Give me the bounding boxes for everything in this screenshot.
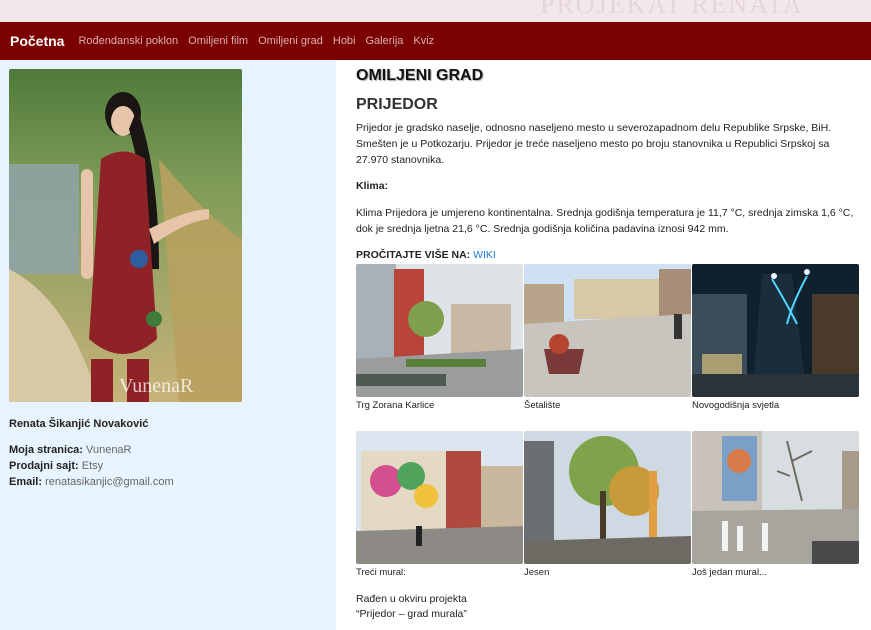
author-name: Renata Šikanjić Novaković: [9, 418, 149, 430]
info-row-shop: Prodajni sajt: Etsy: [9, 458, 174, 474]
gallery-item[interactable]: Jesen: [524, 431, 691, 578]
read-more-label: PROČITAJTE VIŠE NA:: [356, 249, 471, 261]
gallery-caption: Novogodišnja svjetla: [692, 400, 780, 411]
nav-item-favorite-film[interactable]: Omiljeni film: [188, 35, 248, 47]
project-note-line: “Prijedor – grad murala”: [356, 608, 467, 620]
gallery-item[interactable]: Novogodišnja svjetla: [692, 264, 859, 411]
gallery-photo-another-mural[interactable]: [692, 431, 859, 564]
nav-item-hobby[interactable]: Hobi: [333, 35, 356, 47]
gallery-item[interactable]: Trg Zorana Karlice: [356, 264, 523, 411]
read-more-line: PROČITAJTE VIŠE NA: WIKI: [356, 249, 496, 261]
info-label: Email:: [9, 476, 43, 488]
gallery-item[interactable]: Šetalište: [524, 264, 691, 411]
gallery-photo-square[interactable]: [356, 264, 523, 397]
gallery-photo-new-year-lights[interactable]: [692, 264, 859, 397]
city-heading: PRIJEDOR: [356, 96, 438, 113]
gallery-caption: Šetalište: [524, 400, 561, 411]
climate-text: Klima Prijedora je umjereno kontinentaln…: [356, 207, 854, 235]
nav-home-link[interactable]: Početna: [10, 33, 64, 49]
nav-item-quiz[interactable]: Kviz: [413, 35, 434, 47]
info-label: Moja stranica:: [9, 444, 83, 456]
author-info: Moja stranica: VunenaR Prodajni sajt: Et…: [9, 442, 174, 490]
email-link[interactable]: renatasikanjic@gmail.com: [45, 476, 174, 488]
project-note: Rađen u okviru projekta “Prijedor – grad…: [356, 592, 467, 622]
gallery-caption: Trg Zorana Karlice: [356, 400, 435, 411]
author-portrait: VunenaR: [9, 69, 242, 402]
gallery-caption: Jesen: [524, 567, 550, 578]
page-title: OMILJENI GRAD: [356, 67, 484, 84]
top-banner-strip: PROJEKAT RENATA: [0, 0, 871, 22]
portrait-watermark: VunenaR: [119, 375, 194, 397]
banner-ghost-text: PROJEKAT RENATA: [540, 0, 804, 19]
gallery-item[interactable]: Treći mural:: [356, 431, 523, 578]
climate-heading: Klima:: [356, 180, 389, 192]
shop-link[interactable]: Etsy: [82, 460, 103, 472]
project-note-line: Rađen u okviru projekta: [356, 593, 467, 605]
main-navbar: Početna Rođendanski poklon Omiljeni film…: [0, 22, 871, 60]
author-sidebar: VunenaR Renata Šikanjić Novaković Moja s…: [0, 60, 336, 630]
gallery-photo-autumn[interactable]: [524, 431, 691, 564]
info-row-email: Email: renatasikanjic@gmail.com: [9, 474, 174, 490]
nav-item-favorite-city[interactable]: Omiljeni grad: [258, 35, 323, 47]
info-label: Prodajni sajt:: [9, 460, 79, 472]
gallery-item[interactable]: Još jedan mural...: [692, 431, 859, 578]
gallery-photo-promenade[interactable]: [524, 264, 691, 397]
wiki-link[interactable]: WIKI: [473, 249, 496, 261]
gallery-caption: Još jedan mural...: [692, 567, 767, 578]
city-intro-text: Prijedor je gradsko naselje, odnosno nas…: [356, 122, 832, 166]
website-link[interactable]: VunenaR: [86, 444, 131, 456]
info-row-website: Moja stranica: VunenaR: [9, 442, 174, 458]
gallery-caption: Treći mural:: [356, 567, 406, 578]
gallery-photo-third-mural[interactable]: [356, 431, 523, 564]
nav-item-gallery[interactable]: Galerija: [366, 35, 404, 47]
nav-item-birthday-gift[interactable]: Rođendanski poklon: [78, 35, 178, 47]
